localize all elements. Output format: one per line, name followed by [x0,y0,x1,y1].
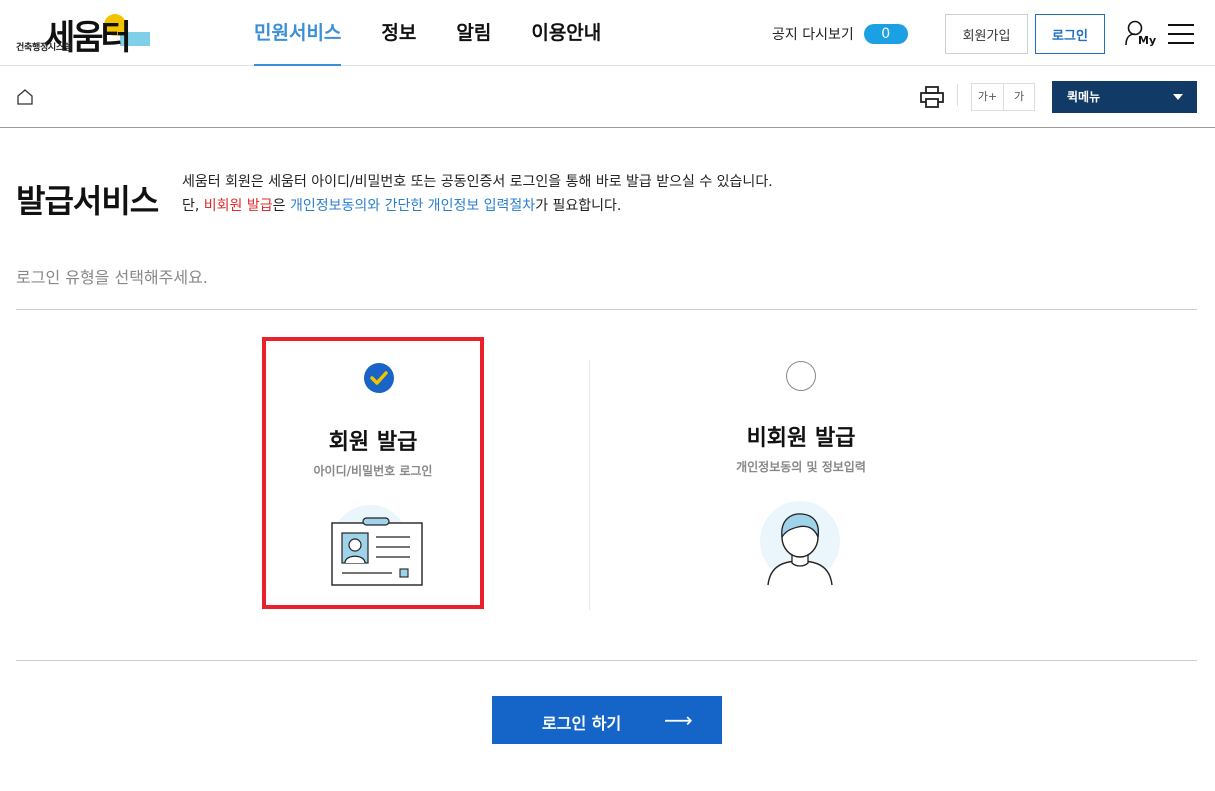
option-subtitle: 개인정보동의 및 정보입력 [736,460,866,474]
logo-subtext: 건축행정시스템 [16,43,72,53]
page-description: 세움터 회원은 세움터 아이디/비밀번호 또는 공동인증서 로그인을 통해 바로… [182,170,773,218]
notice-replay[interactable]: 공지 다시보기 0 [772,24,908,44]
description-line-1: 세움터 회원은 세움터 아이디/비밀번호 또는 공동인증서 로그인을 통해 바로… [182,174,773,190]
print-icon[interactable] [920,86,944,108]
option-guest-issue[interactable]: 비회원 발급 개인정보동의 및 정보입력 [690,337,912,609]
nav-item-guide[interactable]: 이용안내 [531,0,601,66]
notice-count-badge: 0 [863,24,908,44]
nav-item-civil-service[interactable]: 민원서비스 [254,0,342,66]
option-member-issue[interactable]: 회원 발급 아이디/비밀번호 로그인 [262,337,484,609]
option-subtitle: 아이디/비밀번호 로그인 [313,464,433,478]
notice-replay-label: 공지 다시보기 [772,27,854,43]
check-icon [370,371,388,385]
divider [16,309,1197,310]
desc-text: 은 [272,198,290,214]
quick-menu-label: 퀵메뉴 [1067,90,1101,104]
my-user-icon[interactable]: My [1125,20,1157,50]
divider [16,660,1197,661]
login-action-label: 로그인 하기 [542,714,622,733]
login-button[interactable]: 로그인 [1035,14,1105,54]
desc-text: 가 필요합니다. [535,198,622,214]
divider [957,84,958,106]
login-type-prompt: 로그인 유형을 선택해주세요. [16,268,208,287]
description-line-2: 단, 비회원 발급은 개인정보동의와 간단한 개인정보 입력절차가 필요합니다. [182,194,773,218]
nav-item-info[interactable]: 정보 [381,0,416,66]
desc-highlight-red: 비회원 발급 [203,198,273,214]
person-icon [760,501,840,586]
my-label: My [1138,34,1157,47]
header: 세움터 건축행정시스템 민원서비스 정보 알림 이용안내 공지 다시보기 0 회… [0,0,1215,66]
font-size-control: 가+ 가 [971,83,1035,111]
font-decrease-button[interactable]: 가 [1003,84,1034,110]
hamburger-menu-icon[interactable] [1168,24,1194,44]
id-card-icon [331,505,423,586]
login-action-button[interactable]: 로그인 하기 ⟶ [492,696,722,744]
desc-highlight-blue: 개인정보동의와 간단한 개인정보 입력절차 [289,198,536,214]
radio-selected[interactable] [364,363,394,393]
utility-bar: 가+ 가 퀵메뉴 [0,66,1215,128]
main-nav: 민원서비스 정보 알림 이용안내 [254,0,641,66]
home-icon[interactable] [16,88,34,106]
font-increase-button[interactable]: 가+ [972,84,1003,110]
desc-text: 단, [182,198,204,214]
join-button[interactable]: 회원가입 [945,14,1028,54]
logo[interactable]: 세움터 건축행정시스템 [16,12,156,58]
arrow-right-icon: ⟶ [664,708,693,732]
quick-menu-select[interactable]: 퀵메뉴 [1052,81,1197,113]
nav-item-notice[interactable]: 알림 [456,0,491,66]
divider [589,360,590,610]
radio-unselected[interactable] [786,361,816,391]
page-title: 발급서비스 [16,182,159,220]
caret-down-icon [1173,94,1183,100]
option-title: 회원 발급 [328,430,418,455]
option-title: 비회원 발급 [746,426,856,451]
